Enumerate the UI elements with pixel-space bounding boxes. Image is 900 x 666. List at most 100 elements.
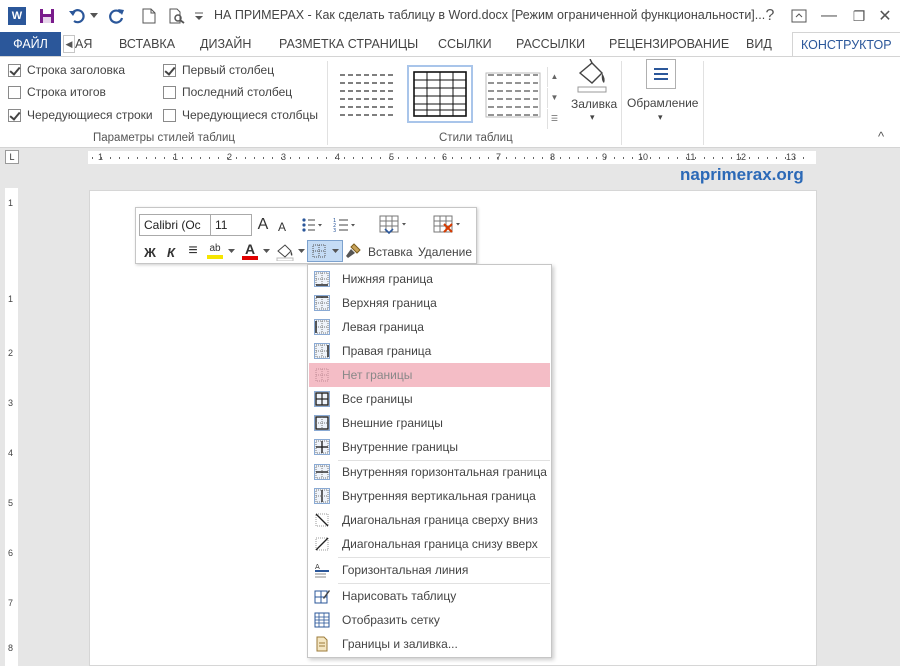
checkbox-last-column[interactable]: Последний столбец <box>163 85 292 99</box>
highlight-button[interactable]: ab <box>205 240 225 262</box>
format-painter-button[interactable] <box>343 241 363 261</box>
horizontal-ruler[interactable]: 1 1 2 3 4 5 6 7 8 9 10 11 12 13 <box>88 151 816 164</box>
menu-item-inside-horizontal[interactable]: Внутренняя горизонтальная граница <box>309 460 550 484</box>
table-style-grid-thumb[interactable] <box>407 65 473 123</box>
vertical-ruler[interactable]: 1 1 2 3 4 5 6 7 8 <box>5 188 18 666</box>
font-name-field[interactable]: Calibri (Oc <box>139 214 211 236</box>
checkbox-banded-rows-box[interactable] <box>8 108 21 122</box>
menu-item-diagonal-down[interactable]: Диагональная граница сверху вниз <box>309 508 550 532</box>
borders-mini-button[interactable] <box>307 240 343 262</box>
checkbox-banded-columns[interactable]: Чередующиеся столбцы <box>163 108 318 122</box>
table-style-plain-thumb[interactable] <box>334 65 400 123</box>
undo-dropdown-icon[interactable] <box>88 6 100 26</box>
menu-item-horizontal-line[interactable]: A Горизонтальная линия <box>309 558 550 582</box>
checkbox-banded-rows[interactable]: Чередующиеся строки <box>8 108 153 122</box>
font-size-field[interactable]: 11 <box>210 214 252 236</box>
insert-rows-icon <box>379 215 406 235</box>
delete-label[interactable]: Удаление <box>418 245 472 259</box>
ruler-number: 4 <box>335 152 341 162</box>
checkbox-total-row-label: Строка итогов <box>27 85 106 99</box>
svg-text:3: 3 <box>333 228 336 233</box>
gallery-scroll-down-icon[interactable]: ▼ <box>547 88 561 108</box>
checkbox-header-row-label: Строка заголовка <box>27 63 126 77</box>
customize-qat-icon[interactable] <box>192 6 206 26</box>
menu-item-outside-borders[interactable]: Внешние границы <box>309 411 550 435</box>
menu-item-diagonal-up[interactable]: Диагональная граница снизу вверх <box>309 532 550 556</box>
word-app-icon[interactable]: W <box>6 6 28 26</box>
shading-dropdown-icon[interactable] <box>296 246 306 256</box>
menu-item-left-border[interactable]: Левая граница <box>309 315 550 339</box>
table-style-light-grid-thumb[interactable] <box>480 65 546 123</box>
checkbox-first-column[interactable]: Первый столбец <box>163 63 274 77</box>
tab-design[interactable]: ДИЗАЙН <box>200 32 251 56</box>
tab-scroll-left-icon[interactable]: ◀ <box>63 35 75 53</box>
menu-item-inside-borders[interactable]: Внутренние границы <box>309 435 550 459</box>
mini-toolbar: Calibri (Oc 11 A A 1 2 3 Ж К ≡ ab A Вста… <box>135 207 477 264</box>
menu-item-top-border[interactable]: Верхняя граница <box>309 291 550 315</box>
menu-item-borders-and-shading[interactable]: Границы и заливка... <box>309 632 550 656</box>
insert-label[interactable]: Вставка <box>368 245 413 259</box>
shading-mini-button[interactable] <box>274 241 296 263</box>
menu-item-all-borders[interactable]: Все границы <box>309 387 550 411</box>
gallery-more-icon[interactable]: ☰ <box>547 109 561 129</box>
borders-button[interactable] <box>646 59 676 89</box>
watermark: naprimerax.org <box>680 165 804 184</box>
menu-item-draw-table[interactable]: Нарисовать таблицу <box>309 584 550 608</box>
checkbox-last-column-box[interactable] <box>163 85 176 99</box>
menu-item-label: Нет границы <box>342 368 413 382</box>
print-preview-icon[interactable] <box>166 6 188 26</box>
save-icon[interactable] <box>36 6 58 26</box>
menu-item-inside-vertical[interactable]: Внутренняя вертикальная граница <box>309 484 550 508</box>
borders-dropdown-icon[interactable]: ▾ <box>658 112 663 123</box>
tab-design-table[interactable]: КОНСТРУКТОР <box>792 32 900 56</box>
tab-review[interactable]: РЕЦЕНЗИРОВАНИЕ <box>609 32 729 56</box>
delete-table-button[interactable] <box>426 213 466 237</box>
numbering-button[interactable]: 1 2 3 <box>331 215 359 235</box>
italic-button[interactable]: К <box>163 242 179 262</box>
redo-icon[interactable] <box>106 6 128 26</box>
checkbox-first-column-box[interactable] <box>163 63 176 77</box>
bullets-button[interactable] <box>299 215 325 235</box>
tab-review-partial[interactable]: АЯ <box>75 32 92 56</box>
center-align-button[interactable]: ≡ <box>184 241 202 261</box>
collapse-ribbon-icon[interactable]: ^ <box>878 129 884 144</box>
checkbox-banded-columns-box[interactable] <box>163 108 176 122</box>
minimize-button[interactable]: — <box>814 4 844 28</box>
font-color-dropdown-icon[interactable] <box>261 246 271 256</box>
shading-dropdown-icon[interactable]: ▾ <box>590 112 595 123</box>
shading-button[interactable] <box>574 58 614 95</box>
tab-view[interactable]: ВИД <box>746 32 772 56</box>
borders-label[interactable]: Обрамление <box>627 96 698 110</box>
tab-mailings[interactable]: РАССЫЛКИ <box>516 32 585 56</box>
gallery-scroll-up-icon[interactable]: ▲ <box>547 67 561 87</box>
insert-table-button[interactable] <box>372 213 412 237</box>
tab-references[interactable]: ССЫЛКИ <box>438 32 492 56</box>
menu-item-right-border[interactable]: Правая граница <box>309 339 550 363</box>
highlight-dropdown-icon[interactable] <box>226 246 236 256</box>
shrink-font-button[interactable]: A <box>274 217 290 237</box>
ruler-number: 3 <box>8 398 14 408</box>
shading-label[interactable]: Заливка <box>571 97 617 111</box>
ruler-number: 2 <box>227 152 233 162</box>
checkbox-header-row-box[interactable] <box>8 63 21 77</box>
checkbox-header-row[interactable]: Строка заголовка <box>8 63 125 77</box>
close-button[interactable]: ✕ <box>870 4 900 28</box>
menu-item-bottom-border[interactable]: Нижняя граница <box>309 267 550 291</box>
grow-font-button[interactable]: A <box>255 215 271 235</box>
tab-insert[interactable]: ВСТАВКА <box>119 32 175 56</box>
ribbon-display-options-icon[interactable] <box>784 4 814 28</box>
tab-selector[interactable]: L <box>5 150 19 164</box>
menu-item-no-border[interactable]: Нет границы <box>309 363 550 387</box>
menu-item-view-gridlines[interactable]: Отобразить сетку <box>309 608 550 632</box>
tab-page-layout[interactable]: РАЗМЕТКА СТРАНИЦЫ <box>279 32 418 56</box>
new-document-icon[interactable] <box>138 6 160 26</box>
font-color-button[interactable]: A <box>240 240 260 262</box>
tab-file[interactable]: ФАЙЛ <box>0 32 61 56</box>
checkbox-total-row-box[interactable] <box>8 85 21 99</box>
borders-shading-icon <box>314 636 330 652</box>
ribbon-tabs: ФАЙЛ ◀ АЯ ВСТАВКА ДИЗАЙН РАЗМЕТКА СТРАНИ… <box>0 32 900 56</box>
help-button[interactable]: ? <box>755 4 785 28</box>
bold-button[interactable]: Ж <box>142 242 158 262</box>
undo-icon[interactable] <box>66 6 88 26</box>
checkbox-total-row[interactable]: Строка итогов <box>8 85 106 99</box>
